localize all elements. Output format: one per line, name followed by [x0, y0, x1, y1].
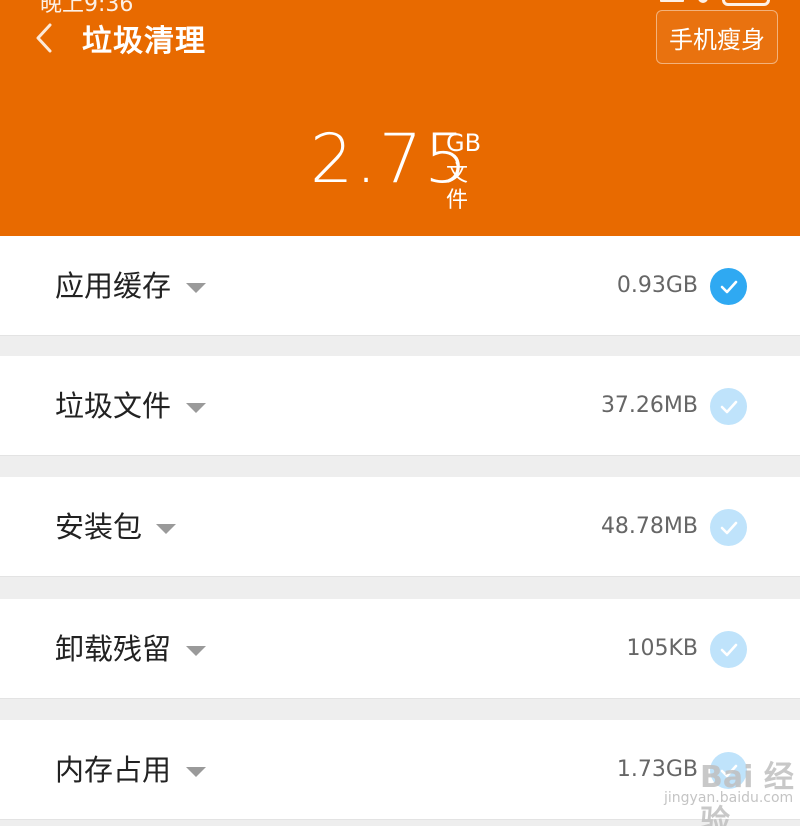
list-item-install-packages[interactable]: 安装包 48.78MB: [0, 477, 800, 577]
phone-slim-button[interactable]: 手机瘦身: [656, 10, 778, 64]
item-label: 安装包: [55, 510, 143, 544]
item-label: 内存占用: [55, 753, 172, 787]
caret-down-icon[interactable]: [186, 646, 206, 656]
caret-down-icon[interactable]: [186, 283, 206, 293]
list-item-app-cache[interactable]: 应用缓存 0.93GB: [0, 236, 800, 336]
status-icons: [660, 0, 770, 6]
app-header: 晚上9:36 垃圾清理 手机瘦身 2.75 GB 文件: [0, 0, 800, 236]
wifi-icon: [698, 0, 708, 3]
item-label: 垃圾文件: [55, 389, 172, 423]
chevron-left-icon: [36, 23, 52, 53]
checkbox-memory-usage[interactable]: [710, 752, 747, 789]
checkbox-install-packages[interactable]: [710, 509, 747, 546]
caret-down-icon[interactable]: [186, 403, 206, 413]
caret-down-icon[interactable]: [186, 767, 206, 777]
list-item-memory-usage[interactable]: 内存占用 1.73GB: [0, 720, 800, 820]
caret-down-icon[interactable]: [156, 524, 176, 534]
back-button[interactable]: [26, 18, 62, 58]
battery-icon: [722, 0, 770, 6]
check-icon: [720, 643, 737, 656]
item-size: 105KB: [626, 636, 698, 661]
checkbox-uninstall-residue[interactable]: [710, 631, 747, 668]
item-label: 应用缓存: [55, 269, 172, 303]
item-label: 卸载残留: [55, 632, 172, 666]
page-title: 垃圾清理: [82, 24, 206, 59]
list-item-uninstall-residue[interactable]: 卸载残留 105KB: [0, 599, 800, 699]
list-item-junk-files[interactable]: 垃圾文件 37.26MB: [0, 356, 800, 456]
signal-icon: [660, 0, 684, 2]
total-size-unit: GB: [446, 129, 482, 157]
item-size: 1.73GB: [616, 757, 698, 782]
check-icon: [720, 521, 737, 534]
item-size: 37.26MB: [600, 393, 698, 418]
item-size: 0.93GB: [616, 273, 698, 298]
checkbox-app-cache[interactable]: [710, 268, 747, 305]
check-icon: [720, 764, 737, 777]
check-icon: [720, 280, 737, 293]
item-size: 48.78MB: [600, 514, 698, 539]
checkbox-junk-files[interactable]: [710, 388, 747, 425]
total-size-caption: 文件: [446, 162, 469, 213]
check-icon: [720, 400, 737, 413]
